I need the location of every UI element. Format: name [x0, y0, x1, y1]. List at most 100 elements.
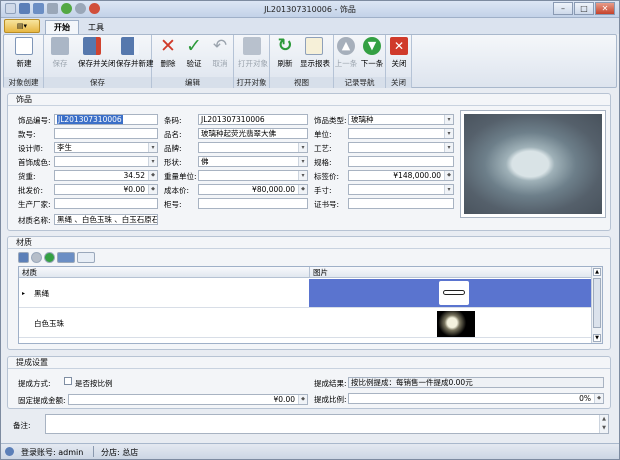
- scroll-thumb[interactable]: [593, 278, 601, 328]
- cost-field[interactable]: ¥80,000.00 ◆: [198, 184, 308, 195]
- spinner-icon[interactable]: ◆: [298, 185, 307, 194]
- chevron-down-icon[interactable]: ▾: [444, 115, 453, 124]
- unit-label: 单位:: [314, 130, 332, 139]
- barcode-label: 条码:: [164, 116, 182, 125]
- chevron-down-icon[interactable]: ▾: [148, 157, 157, 166]
- table-row[interactable]: ▸ 黑绳: [19, 279, 592, 308]
- add-icon[interactable]: [44, 251, 55, 263]
- chevron-down-icon[interactable]: ▾: [148, 143, 157, 152]
- ribbon-group-navigation: ▲ 上一条 ▼ 下一条 记录导航: [334, 35, 386, 88]
- link-icon[interactable]: [57, 251, 75, 263]
- validate-button[interactable]: ✓ 验证: [180, 37, 208, 69]
- tab-tools[interactable]: 工具: [79, 20, 113, 34]
- save-and-new-button[interactable]: 保存并新建: [116, 37, 154, 69]
- spinner-icon[interactable]: ◆: [298, 395, 307, 404]
- jewelry-section: 饰品 饰品编号: JL201307310006 条码: JL2013073100…: [7, 93, 611, 231]
- cancel-button[interactable]: ↶ 取消: [206, 37, 234, 69]
- column-header-picture[interactable]: 图片: [309, 267, 592, 278]
- minimize-button[interactable]: –: [553, 2, 573, 15]
- cost-label: 成本价:: [164, 186, 190, 195]
- shape-value: 佛: [201, 157, 209, 166]
- craft-select[interactable]: ▾: [348, 142, 454, 153]
- grid-icon[interactable]: [18, 251, 29, 263]
- designer-select[interactable]: 李生 ▾: [54, 142, 158, 153]
- table-row[interactable]: 白色玉珠: [19, 309, 592, 338]
- app-menu-button[interactable]: ▤▾: [4, 19, 40, 33]
- ratio-checkbox[interactable]: [64, 377, 72, 385]
- manufacturer-label: 生产厂家:: [18, 200, 51, 209]
- next-record-button[interactable]: ▼ 下一条: [358, 37, 386, 69]
- weight-field[interactable]: 34.52 ◆: [54, 170, 158, 181]
- chevron-down-icon[interactable]: ▾: [298, 157, 307, 166]
- ribbon-group-save: 保存 保存并关闭 保存并新建 保存: [44, 35, 154, 88]
- manufacturer-field[interactable]: [54, 198, 158, 209]
- grid-vertical-scrollbar[interactable]: ▲ ▼: [591, 267, 602, 343]
- new-button[interactable]: 新建: [10, 37, 38, 69]
- item-type-label: 饰品类型:: [314, 116, 347, 125]
- open-object-button[interactable]: 打开对象: [238, 37, 268, 69]
- save-button[interactable]: 保存: [46, 37, 74, 69]
- commission-ratio-field[interactable]: 0% ◆: [348, 393, 604, 404]
- save-and-close-button[interactable]: 保存并关闭: [78, 37, 116, 69]
- show-report-button[interactable]: 显示报表: [300, 37, 330, 69]
- scroll-down-icon[interactable]: ▼: [593, 334, 601, 342]
- style-no-label: 款号:: [18, 130, 36, 139]
- item-no-field[interactable]: JL201307310006: [54, 114, 158, 125]
- ribbon-group-view: ↻ 刷新 显示报表 视图: [270, 35, 334, 88]
- spinner-icon[interactable]: ◆: [148, 185, 157, 194]
- close-button[interactable]: ✕ 关闭: [385, 37, 413, 69]
- chevron-down-icon[interactable]: ▾: [298, 171, 307, 180]
- tab-start[interactable]: 开始: [45, 20, 79, 34]
- remark-scroll-icon[interactable]: ▲ ▼: [599, 415, 608, 433]
- chevron-down-icon[interactable]: ▾: [298, 143, 307, 152]
- search-icon[interactable]: [77, 251, 95, 263]
- material-name-field[interactable]: 黑绳 、白色玉珠 、白玉石原石: [54, 214, 158, 225]
- spinner-icon[interactable]: ◆: [444, 171, 453, 180]
- cost-value: ¥80,000.00: [252, 185, 295, 194]
- refresh-button[interactable]: ↻ 刷新: [271, 37, 299, 69]
- fixed-amount-field[interactable]: ¥0.00 ◆: [68, 394, 308, 405]
- close-window-button[interactable]: ✕: [595, 2, 615, 15]
- jewelry-color-select[interactable]: ▾: [54, 156, 158, 167]
- scroll-up-icon[interactable]: ▲: [593, 268, 601, 276]
- barcode-field[interactable]: JL201307310006: [198, 114, 308, 125]
- column-header-material[interactable]: 材质: [19, 267, 309, 278]
- unit-select[interactable]: ▾: [348, 128, 454, 139]
- spinner-icon[interactable]: ◆: [148, 171, 157, 180]
- spec-label: 规格:: [314, 158, 332, 167]
- remove-icon[interactable]: [31, 251, 42, 263]
- ribbon-group-create: 新建 对象创建: [4, 35, 44, 88]
- hand-size-select[interactable]: ▾: [348, 184, 454, 195]
- tag-price-field[interactable]: ¥148,000.00 ◆: [348, 170, 454, 181]
- jewelry-color-label: 首饰成色:: [18, 158, 51, 167]
- delete-button[interactable]: ✕ 删除: [154, 37, 182, 69]
- brand-select[interactable]: ▾: [198, 142, 308, 153]
- save-new-icon: [121, 37, 139, 55]
- spinner-icon[interactable]: ◆: [594, 394, 603, 403]
- chevron-down-icon[interactable]: ▾: [444, 185, 453, 194]
- ribbon: 新建 对象创建 保存 保存并关闭 保存并新建 保存 ✕ 删除 ✓ 验证 ↶ 取消…: [3, 34, 617, 88]
- shape-select[interactable]: 佛 ▾: [198, 156, 308, 167]
- maximize-button[interactable]: □: [574, 2, 594, 15]
- name-field[interactable]: 玻璃种起荧光翡翠大佛: [198, 128, 308, 139]
- name-label: 品名:: [164, 130, 182, 139]
- chevron-down-icon[interactable]: ▾: [444, 143, 453, 152]
- jewelry-photo[interactable]: [460, 110, 606, 218]
- undo-icon: ↶: [212, 36, 228, 56]
- remark-field[interactable]: ▲ ▼: [45, 414, 609, 434]
- item-type-select[interactable]: 玻璃种 ▾: [348, 114, 454, 125]
- material-name-cell: 黑绳: [34, 289, 49, 298]
- spec-field[interactable]: [348, 156, 454, 167]
- login-status-icon: [5, 447, 14, 456]
- chevron-down-icon[interactable]: ▾: [444, 129, 453, 138]
- weight-unit-select[interactable]: ▾: [198, 170, 308, 181]
- new-doc-icon: [15, 37, 33, 55]
- materials-toolbar: [18, 250, 126, 264]
- ribbon-group-label: 打开对象: [234, 77, 269, 88]
- previous-record-button[interactable]: ▲ 上一条: [332, 37, 360, 69]
- cabinet-field[interactable]: [198, 198, 308, 209]
- style-no-field[interactable]: [54, 128, 158, 139]
- app-window: JL201307310006 - 饰品 – □ ✕ ▤▾ 开始 工具 新建 对象…: [0, 0, 620, 460]
- wholesale-field[interactable]: ¥0.00 ◆: [54, 184, 158, 195]
- cert-no-field[interactable]: [348, 198, 454, 209]
